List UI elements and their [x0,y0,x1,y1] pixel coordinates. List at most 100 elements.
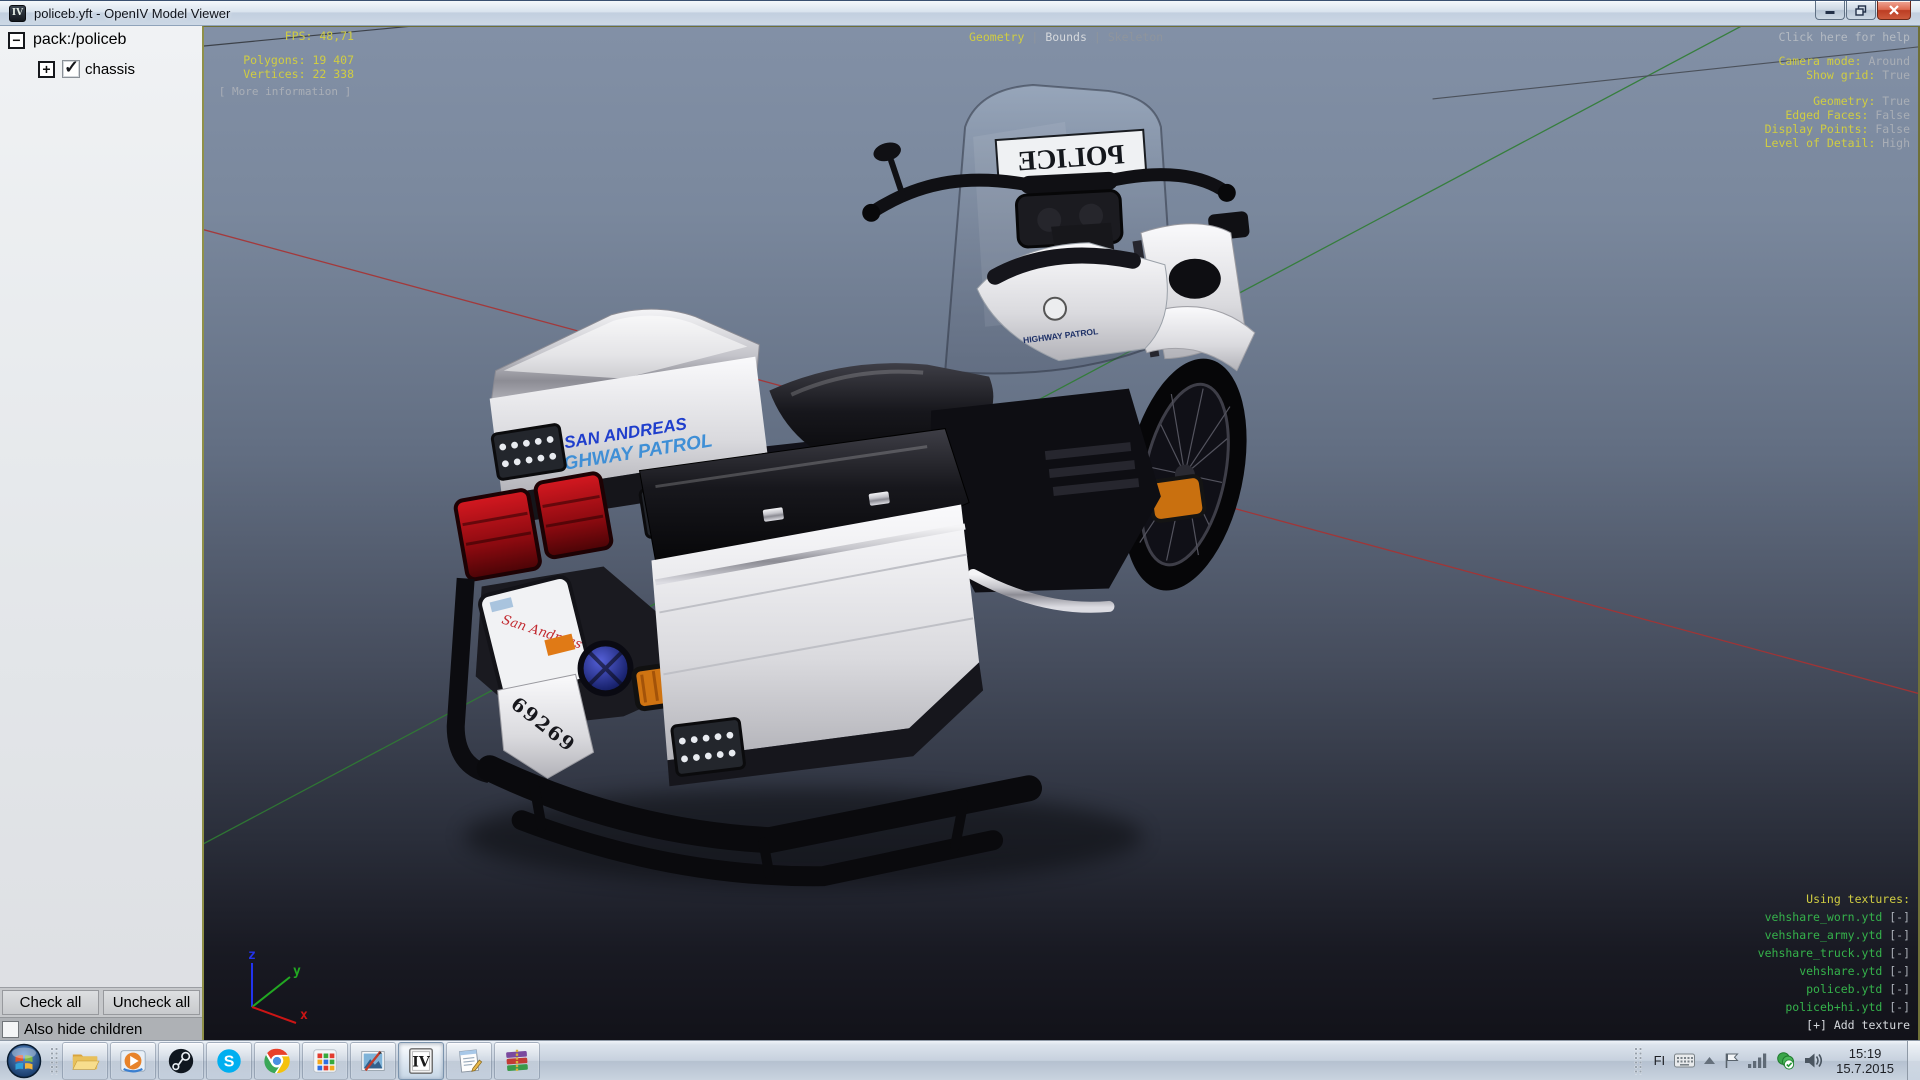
remove-texture-button[interactable]: [-] [1889,910,1910,924]
texture-name[interactable]: policeb.ytd [1806,982,1882,996]
fps-counter: FPS: 48,71 [214,30,354,43]
texture-row: vehshare_worn.ytd [-] [1758,908,1910,926]
chrome-icon [262,1046,292,1076]
viewport-3d[interactable]: POLICE [202,26,1920,1040]
axis-y-label: y [293,964,301,979]
taskbar-chrome-button[interactable] [254,1042,300,1080]
setting-level-of-detail[interactable]: Level of Detail:High [1765,136,1910,150]
uncheck-all-button[interactable]: Uncheck all [103,990,200,1015]
tab-bounds[interactable]: Bounds [1045,30,1087,44]
help-link[interactable]: Click here for help [1765,30,1910,44]
texture-row: vehshare.ytd [-] [1758,962,1910,980]
titlebar: IV policeb.yft - OpenIV Model Viewer [0,0,1920,26]
language-indicator[interactable]: FI [1654,1053,1666,1068]
minimize-button[interactable] [1815,1,1845,20]
remove-texture-button[interactable]: [-] [1889,928,1910,942]
tree-item-root[interactable]: − pack:/policeb [8,31,126,49]
tab-separator: | [1031,30,1038,44]
taskbar-grip [50,1047,59,1075]
openiv-app-icon: IV [9,5,26,22]
taskbar-image-editor-button[interactable] [350,1042,396,1080]
windows-update-icon[interactable] [1776,1051,1795,1070]
led-panel-lower [671,718,745,776]
close-icon [1888,5,1900,15]
texture-name[interactable]: vehshare_worn.ytd [1765,910,1883,924]
hud-settings: Click here for help Camera mode:Around S… [1765,30,1910,150]
taskbar-notepad-button[interactable] [446,1042,492,1080]
taskbar-skype-button[interactable]: S [206,1042,252,1080]
skype-icon: S [214,1046,244,1076]
close-button[interactable] [1877,1,1911,20]
more-information-link[interactable]: [ More information ] [210,85,360,98]
mirror [871,140,903,165]
remove-texture-button[interactable]: [-] [1889,964,1910,978]
taskbar-steam-button[interactable] [158,1042,204,1080]
tray-clock[interactable]: 15:19 15.7.2015 [1836,1046,1894,1076]
model-tree-panel: − pack:/policeb + ✓ chassis Check all Un… [0,26,202,1040]
network-signal-icon[interactable] [1748,1053,1767,1068]
media-player-icon [118,1046,148,1076]
volume-icon[interactable] [1804,1052,1823,1069]
texture-row: vehshare_army.ytd [-] [1758,926,1910,944]
chassis-checkbox[interactable]: ✓ [62,60,80,78]
start-button[interactable] [0,1041,48,1080]
remove-texture-button[interactable]: [-] [1889,982,1910,996]
textures-header: Using textures: [1758,890,1910,908]
restore-button[interactable] [1846,1,1876,20]
tray-grip [1634,1047,1643,1075]
tab-geometry[interactable]: Geometry [969,30,1024,44]
texture-row: vehshare_truck.ytd [-] [1758,944,1910,962]
openiv-icon: IV [406,1046,436,1076]
taskbar-app-grid-button[interactable] [302,1042,348,1080]
also-hide-children-checkbox[interactable] [2,1021,19,1038]
setting-geometry[interactable]: Geometry:True [1765,94,1910,108]
expand-icon[interactable]: + [38,61,55,78]
remove-texture-button[interactable]: [-] [1889,1000,1910,1014]
axis-gizmo: z y x [240,947,314,1027]
winrar-icon [502,1046,532,1076]
hud-stats: FPS: 48,71 Polygons: 19 407 Vertices: 22… [214,30,354,81]
axis-z-label: z [248,948,256,963]
check-icon: ✓ [64,57,79,78]
also-hide-children-label: Also hide children [24,1021,142,1038]
taskbar-winrar-button[interactable] [494,1042,540,1080]
image-editor-icon [358,1046,388,1076]
clock-date: 15.7.2015 [1836,1061,1894,1076]
steam-icon [166,1046,196,1076]
setting-display-points[interactable]: Display Points:False [1765,122,1910,136]
tab-separator: | [1094,30,1101,44]
show-desktop-button[interactable] [1907,1041,1920,1080]
collapse-icon[interactable]: − [8,32,25,49]
texture-name[interactable]: vehshare_truck.ytd [1758,946,1883,960]
tail-lights [454,472,614,580]
setting-edged-faces[interactable]: Edged Faces:False [1765,108,1910,122]
remove-texture-button[interactable]: [-] [1889,946,1910,960]
screen: IV policeb.yft - OpenIV Model Viewer − p… [0,0,1920,1080]
texture-name[interactable]: vehshare_army.ytd [1765,928,1883,942]
also-hide-children-row[interactable]: Also hide children [0,1017,202,1040]
vertices-counter: Vertices: 22 338 [214,68,354,81]
texture-name[interactable]: vehshare.ytd [1799,964,1882,978]
texture-name[interactable]: policeb+hi.ytd [1785,1000,1882,1014]
taskbar-openiv-button[interactable]: IV [398,1042,444,1080]
show-hidden-icons-button[interactable] [1704,1057,1715,1064]
system-tray: FI [1632,1041,1920,1080]
notepad-icon [454,1046,484,1076]
texture-list: Using textures: vehshare_worn.ytd [-] veh… [1758,890,1910,1034]
tab-skeleton[interactable]: Skeleton [1108,30,1163,44]
taskbar-media-player-button[interactable] [110,1042,156,1080]
clock-time: 15:19 [1836,1046,1894,1061]
keyboard-icon[interactable] [1674,1053,1695,1068]
explorer-icon [70,1046,100,1076]
tree-item-chassis[interactable]: + ✓ chassis [38,60,135,78]
action-center-flag-icon[interactable] [1724,1052,1739,1069]
setting-camera-mode[interactable]: Camera mode:Around [1765,54,1910,68]
window-controls [1814,1,1911,20]
view-mode-tabs: Geometry | Bounds | Skeleton [969,30,1163,44]
add-texture-button[interactable]: [+] Add texture [1758,1016,1910,1034]
check-all-button[interactable]: Check all [2,990,99,1015]
windows-logo-icon [6,1043,42,1079]
taskbar-explorer-button[interactable] [62,1042,108,1080]
polygons-counter: Polygons: 19 407 [214,54,354,67]
setting-show-grid[interactable]: Show grid:True [1765,68,1910,82]
